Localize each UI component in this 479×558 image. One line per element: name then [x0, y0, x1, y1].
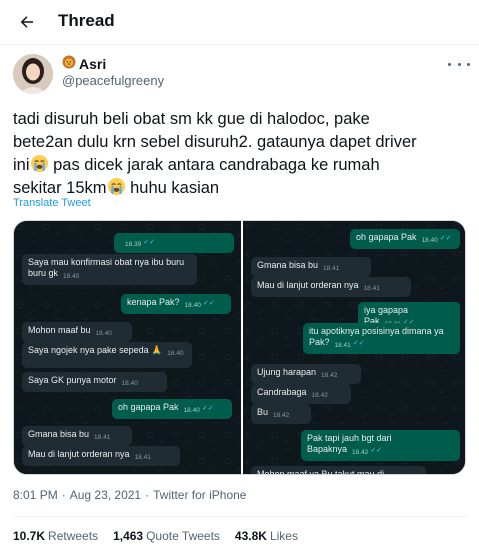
meta-separator: ·: [61, 488, 66, 502]
meta-separator: ·: [145, 488, 150, 502]
chat-message-text: itu apotiknya posisinya dimana ya Pak?: [309, 326, 444, 347]
chat-message-time: 18.41: [134, 454, 151, 461]
tweet-media[interactable]: 18.39 ✓✓ Saya mau konfirmasi obat nya ibu …: [13, 220, 466, 475]
thread-header: Thread: [0, 0, 479, 44]
tweet-line-text: ini: [13, 156, 30, 174]
chat-bubble-received: Candrabaga 18.42: [251, 384, 351, 404]
chat-message-text: Mau di lanjut orderan nya: [257, 280, 359, 290]
page-title: Thread: [58, 11, 115, 30]
chat-message-text: Saya ngojek nya pake sepeda 🙏: [28, 345, 163, 355]
chat-bubble-received: Mau di lanjut orderan nya 18.41: [251, 277, 411, 297]
chat-bubble-sent: oh gapapa Pak 18.40 ✓✓: [350, 229, 460, 249]
read-receipt-icon: ✓✓: [143, 239, 156, 246]
chat-bubble-sent: 18.39 ✓✓: [114, 233, 234, 253]
chat-message-time: 18.41: [334, 342, 351, 349]
author-name-label: Asri: [79, 55, 107, 72]
loudly-crying-emoji-icon: [30, 154, 49, 173]
chat-bubble-received: Gmana bisa bu 18.41: [251, 257, 371, 277]
chat-bubble-sent: itu apotiknya posisinya dimana ya Pak? 18…: [303, 323, 460, 354]
chat-message-time: 18.41: [363, 285, 380, 292]
read-receipt-icon: ✓✓: [202, 300, 215, 307]
quote-tweets-count: 1,463: [113, 529, 144, 543]
read-receipt-icon: ✓✓: [439, 235, 452, 242]
likes-count: 43.8K: [234, 529, 267, 543]
chat-bubble-sent: oh gapapa Pak 18.40 ✓✓: [112, 399, 232, 419]
quote-tweets-label: Quote Tweets: [146, 529, 220, 543]
chat-message-time: 18.39: [125, 241, 142, 248]
translate-tweet-link[interactable]: Translate Tweet: [13, 197, 91, 209]
chat-message-text: Bu: [257, 407, 269, 417]
chat-bubble-received: Ujung harapan 18.42: [251, 364, 361, 384]
header-divider: [0, 44, 479, 45]
chat-message-text: Gmana bisa bu: [257, 260, 319, 270]
author-name[interactable]: Asri: [62, 55, 106, 72]
author-handle[interactable]: @peacefulgreeny: [62, 73, 164, 88]
back-arrow-icon[interactable]: [14, 9, 40, 35]
tweet-line-text: sekitar 15km: [13, 179, 107, 197]
tweet-source[interactable]: Twitter for iPhone: [153, 488, 246, 502]
chat-message-time: 18.42: [311, 392, 328, 399]
chat-message-time: 18.40: [121, 380, 138, 387]
tweet-line: bete2an dulu krn sebel disuruh2. gatauny…: [13, 133, 417, 151]
read-receipt-icon: ✓✓: [370, 447, 383, 454]
chat-screenshot-left[interactable]: 18.39 ✓✓ Saya mau konfirmasi obat nya ibu …: [14, 221, 241, 474]
chat-message-time: 18.40: [184, 302, 201, 309]
tweet-date[interactable]: Aug 23, 2021: [70, 488, 141, 502]
more-options-icon[interactable]: [448, 56, 470, 72]
chat-bubble-received: Mau di lanjut orderan nya 18.41: [22, 446, 180, 466]
read-receipt-icon: ✓✓: [201, 405, 214, 412]
chat-bubble-sent: kenapa Pak? 18.40 ✓✓: [121, 294, 231, 314]
chat-bubble-sent: Pak tapi jauh bgt dari Bapaknya 18.42 ✓✓: [301, 430, 460, 461]
chat-message-time: 18.40: [167, 350, 184, 357]
retweets-count: 10.7K: [13, 529, 46, 543]
chat-bubble-received: Mohon maaf bu 18.40: [22, 322, 132, 342]
chat-message-text: oh gapapa Pak: [356, 232, 417, 242]
chat-message-time: 18.42: [352, 449, 369, 456]
chat-message-time: 18.42: [273, 412, 290, 419]
tweet-time[interactable]: 8:01 PM: [13, 488, 58, 502]
chat-bubble-received: Saya ngojek nya pake sepeda 🙏 18.40: [22, 342, 192, 368]
chat-message-text: Saya GK punya motor: [28, 375, 117, 385]
meta-divider: [13, 516, 469, 517]
chat-bubble-received: Mohon maaf ya Bu takut mau di: [251, 466, 426, 475]
tweet-line-text: huhu kasian: [125, 179, 220, 197]
retweets-label: Retweets: [48, 529, 99, 543]
lion-emoji-icon: [62, 55, 76, 72]
chat-message-text: Mohon maaf bu: [28, 325, 91, 335]
likes-label: Likes: [269, 529, 298, 543]
chat-message-text: Gmana bisa bu: [28, 429, 90, 439]
retweets-stat[interactable]: 10.7K Retweets: [13, 529, 98, 543]
chat-message-time: 18.40: [421, 237, 438, 244]
chat-message-time: 18.41: [323, 265, 340, 272]
chat-bubble-received: Bu 18.42: [251, 404, 311, 424]
quote-tweets-stat[interactable]: 1,463 Quote Tweets: [113, 529, 220, 543]
chat-message-text: Saya mau konfirmasi obat nya ibu buru bu…: [28, 257, 185, 278]
tweet-line-text: pas dicek jarak antara candrabaga ke rum…: [48, 156, 380, 174]
tweet-line: ini pas dicek jarak antara candrabaga ke…: [13, 154, 469, 177]
tweet-stats: 10.7K Retweets 1,463 Quote Tweets 43.8K Lik…: [13, 529, 298, 543]
tweet-meta: 8:01 PM · Aug 23, 2021 · Twitter for iPhone: [13, 488, 246, 502]
tweet-line: tadi disuruh beli obat sm kk gue di halo…: [13, 110, 370, 128]
chat-message-text: kenapa Pak?: [127, 297, 180, 307]
loudly-crying-emoji-icon: [107, 177, 126, 196]
chat-message-time: 18.40: [95, 330, 112, 337]
chat-message-time: 18.40: [183, 407, 200, 414]
read-receipt-icon: ✓✓: [352, 340, 365, 347]
chat-message-time: 18.42: [321, 372, 338, 379]
chat-message-text: Ujung harapan: [257, 367, 317, 377]
chat-bubble-received: Gmana bisa bu 18.41: [22, 426, 132, 446]
chat-message-text: Mohon maaf ya Bu takut mau di: [257, 469, 385, 475]
chat-message-time: 18.40: [63, 273, 80, 280]
chat-message-time: 18.41: [94, 434, 111, 441]
chat-message-text: Mau di lanjut orderan nya: [28, 449, 130, 459]
chat-message-text: Candrabaga: [257, 387, 307, 397]
likes-stat[interactable]: 43.8K Likes: [235, 529, 298, 543]
chat-message-text: oh gapapa Pak: [118, 402, 179, 412]
chat-bubble-received: Saya mau konfirmasi obat nya ibu buru bu…: [22, 254, 197, 285]
chat-bubble-received: Saya GK punya motor 18.40: [22, 372, 167, 392]
avatar[interactable]: [13, 54, 53, 94]
chat-screenshot-right[interactable]: oh gapapa Pak 18.40 ✓✓ Gmana bisa bu 18.41 Ma…: [243, 221, 465, 475]
tweet-text: tadi disuruh beli obat sm kk gue di halo…: [13, 108, 469, 200]
